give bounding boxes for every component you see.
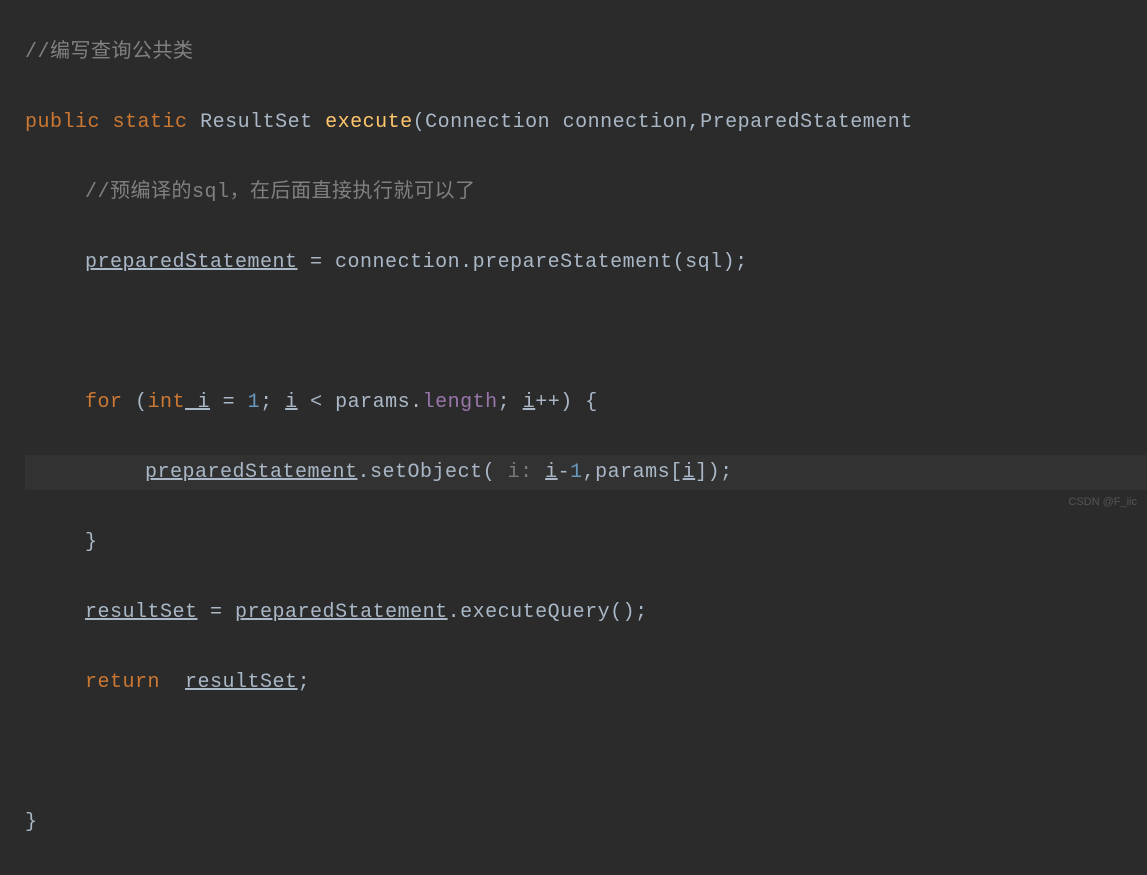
code-line-12: } (25, 805, 1147, 840)
code-line-9: resultSet = preparedStatement.executeQue… (25, 595, 1147, 630)
code-line-3: //预编译的sql，在后面直接执行就可以了 (25, 175, 1147, 210)
method-name: execute (325, 111, 413, 134)
comment-text: //编写查询公共类 (25, 41, 194, 64)
return-type: ResultSet (200, 111, 313, 134)
param-hint: i: (508, 461, 546, 484)
code-line-4: preparedStatement = connection.prepareSt… (25, 245, 1147, 280)
code-line-7-highlighted: preparedStatement.setObject( i: i-1,para… (25, 455, 1147, 490)
code-line-1: //编写查询公共类 (25, 35, 1147, 70)
keyword-public: public (25, 111, 100, 134)
variable: resultSet (85, 601, 198, 624)
keyword-static: static (113, 111, 188, 134)
code-line-10: return resultSet; (25, 665, 1147, 700)
code-line-6: for (int i = 1; i < params.length; i++) … (25, 385, 1147, 420)
variable: preparedStatement (235, 601, 448, 624)
watermark-text: CSDN @F_iic (1068, 493, 1137, 512)
method-params: (Connection connection,PreparedStatement (413, 111, 913, 134)
keyword-int: int (148, 391, 186, 414)
variable: preparedStatement (145, 461, 358, 484)
code-editor[interactable]: //编写查询公共类 public static ResultSet execut… (25, 0, 1147, 875)
comment-text: //预编译的sql，在后面直接执行就可以了 (85, 181, 476, 204)
code-line-11 (25, 735, 1147, 770)
code-line-8: } (25, 525, 1147, 560)
keyword-return: return (85, 671, 160, 694)
assignment: = connection.prepareStatement(sql); (298, 251, 748, 274)
code-line-2: public static ResultSet execute(Connecti… (25, 105, 1147, 140)
code-line-5 (25, 315, 1147, 350)
variable: preparedStatement (85, 251, 298, 274)
keyword-for: for (85, 391, 123, 414)
variable: resultSet (185, 671, 298, 694)
